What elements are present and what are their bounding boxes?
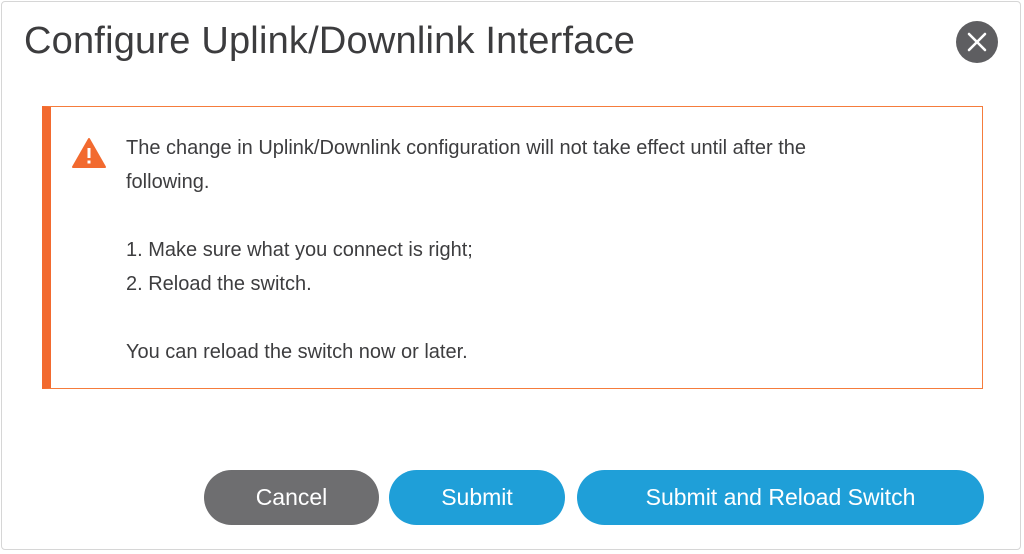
close-x-icon (967, 32, 987, 52)
alert-note: You can reload the switch now or later. (126, 341, 468, 363)
submit-and-reload-button[interactable]: Submit and Reload Switch (577, 470, 984, 525)
submit-button[interactable]: Submit (389, 470, 565, 525)
dialog-title: Configure Uplink/Downlink Interface (24, 20, 636, 62)
configure-interface-dialog: Configure Uplink/Downlink Interface The … (1, 1, 1021, 550)
warning-triangle-icon (72, 138, 106, 168)
alert-message: The change in Uplink/Downlink configurat… (126, 131, 966, 369)
warning-alert: The change in Uplink/Downlink configurat… (42, 106, 983, 389)
alert-line: The change in Uplink/Downlink configurat… (126, 137, 807, 159)
cancel-button[interactable]: Cancel (204, 470, 379, 525)
close-button[interactable] (956, 21, 998, 63)
alert-step: 1. Make sure what you connect is right; (126, 239, 473, 261)
alert-step: 2. Reload the switch. (126, 273, 312, 295)
alert-line: following. (126, 171, 210, 193)
